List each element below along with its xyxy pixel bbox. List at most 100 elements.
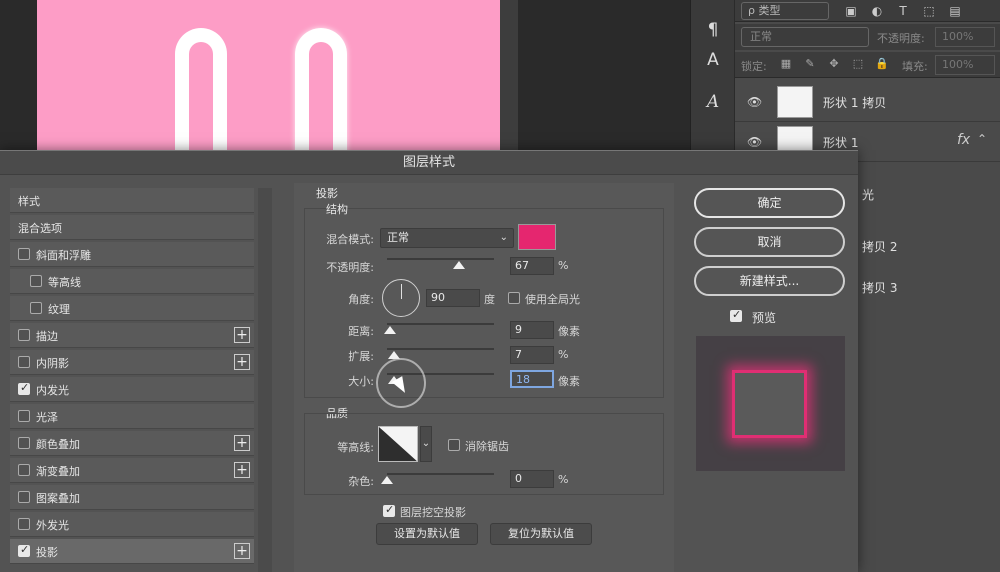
style-checkbox[interactable]: [18, 518, 30, 530]
style-list-item[interactable]: 图案叠加: [10, 485, 254, 510]
layer-blend-mode-select[interactable]: 正常: [741, 27, 869, 47]
contour-dropdown-chevron-icon[interactable]: ⌄: [420, 426, 432, 462]
add-effect-plus-icon[interactable]: +: [234, 435, 250, 451]
add-effect-plus-icon[interactable]: +: [234, 462, 250, 478]
lock-position-icon[interactable]: ✥: [827, 57, 841, 71]
style-list-item[interactable]: 内发光: [10, 377, 254, 402]
noise-slider[interactable]: [381, 471, 494, 485]
style-list-item[interactable]: 颜色叠加 +: [10, 431, 254, 456]
reset-default-button[interactable]: 复位为默认值: [490, 523, 592, 545]
knockout-checkbox[interactable]: [383, 503, 395, 517]
angle-field[interactable]: 90: [426, 289, 480, 307]
style-checkbox[interactable]: [18, 248, 30, 260]
fill-label: 填充:: [902, 60, 928, 73]
style-list-label: 斜面和浮雕: [36, 249, 91, 262]
style-checkbox[interactable]: [30, 275, 42, 287]
global-light-checkbox[interactable]: [508, 292, 520, 304]
style-checkbox[interactable]: [18, 356, 30, 368]
layer-name: 形状 1: [823, 136, 859, 150]
style-list-item[interactable]: 纹理: [10, 296, 254, 321]
noise-field[interactable]: 0: [510, 470, 554, 488]
contour-picker[interactable]: [378, 426, 418, 462]
make-default-button[interactable]: 设置为默认值: [376, 523, 478, 545]
style-list-item[interactable]: 外发光: [10, 512, 254, 537]
style-list-item[interactable]: 描边 +: [10, 323, 254, 348]
style-checkbox[interactable]: [18, 329, 30, 341]
ok-button[interactable]: 确定: [694, 188, 845, 218]
style-checkbox[interactable]: [18, 543, 30, 557]
style-list-label: 混合选项: [18, 222, 62, 235]
lock-artboard-icon[interactable]: ⬚: [851, 57, 865, 71]
style-list-item[interactable]: 投影 +: [10, 539, 254, 564]
lock-transparent-icon[interactable]: ▦: [779, 57, 793, 71]
cancel-button[interactable]: 取消: [694, 227, 845, 257]
preview-checkbox[interactable]: [730, 308, 742, 322]
kind-filter-select[interactable]: ρ 类型: [741, 2, 829, 20]
visibility-eye-icon[interactable]: 👁: [747, 95, 763, 109]
shadow-color-swatch[interactable]: [518, 224, 556, 250]
pixel-filter-icon[interactable]: ▣: [843, 3, 859, 19]
dialog-title[interactable]: 图层样式: [0, 151, 858, 175]
expand-effects-icon[interactable]: ⌃: [977, 132, 987, 146]
opacity-slider[interactable]: [387, 256, 494, 270]
document-canvas[interactable]: [0, 0, 690, 168]
layer-name-peek: 拷贝 3: [862, 281, 898, 295]
style-list: 样式混合选项斜面和浮雕等高线纹理描边 + 内阴影 + 内发光光泽颜色叠加 + 渐变叠加 + 图案…: [10, 188, 254, 572]
new-style-button[interactable]: 新建样式...: [694, 266, 845, 296]
glyphs-icon[interactable]: A: [701, 90, 725, 114]
smart-object-filter-icon[interactable]: ▤: [947, 3, 963, 19]
style-list-item[interactable]: 混合选项: [10, 215, 254, 240]
lock-image-icon[interactable]: ✎: [803, 57, 817, 71]
slider-knob[interactable]: [381, 476, 393, 484]
slider-knob[interactable]: [384, 326, 397, 334]
layer-thumbnail: [777, 86, 813, 118]
add-effect-plus-icon[interactable]: +: [234, 327, 250, 343]
paragraph-icon[interactable]: ¶: [701, 18, 725, 42]
spread-field[interactable]: 7: [510, 346, 554, 364]
angle-dial[interactable]: [382, 279, 420, 317]
fill-field[interactable]: 100%: [935, 55, 995, 75]
style-list-scrollbar[interactable]: [258, 188, 272, 572]
slider-track: [387, 473, 494, 475]
add-effect-plus-icon[interactable]: +: [234, 354, 250, 370]
canvas-shape-1: [175, 28, 227, 168]
add-effect-plus-icon[interactable]: +: [234, 543, 250, 559]
type-filter-icon[interactable]: T: [895, 3, 911, 19]
style-list-label: 颜色叠加: [36, 438, 80, 451]
style-list-item[interactable]: 样式: [10, 188, 254, 213]
size-field[interactable]: 18: [510, 370, 554, 388]
style-list-item[interactable]: 内阴影 +: [10, 350, 254, 375]
style-list-label: 内发光: [36, 384, 69, 397]
layer-name: 形状 1 拷贝: [823, 96, 887, 110]
slider-track: [387, 323, 494, 325]
layer-fx-icon[interactable]: fx: [957, 132, 970, 148]
noise-label: 杂色:: [348, 475, 374, 488]
shape-filter-icon[interactable]: ⬚: [921, 3, 937, 19]
style-list-item[interactable]: 光泽: [10, 404, 254, 429]
style-list-item[interactable]: 渐变叠加 +: [10, 458, 254, 483]
style-list-item[interactable]: 等高线: [10, 269, 254, 294]
distance-field[interactable]: 9: [510, 321, 554, 339]
style-checkbox[interactable]: [18, 464, 30, 476]
layer-row-shape-1-copy[interactable]: 👁 形状 1 拷贝: [735, 82, 1000, 122]
style-list-label: 描边: [36, 330, 58, 343]
blend-mode-select[interactable]: 正常 ⌄: [380, 228, 514, 248]
anti-alias-checkbox[interactable]: [448, 439, 460, 451]
lock-all-icon[interactable]: 🔒: [875, 57, 889, 71]
knockout-label: 图层挖空投影: [400, 506, 466, 519]
style-checkbox[interactable]: [18, 437, 30, 449]
character-icon[interactable]: A: [701, 48, 725, 72]
adjustment-filter-icon[interactable]: ◐: [869, 3, 885, 19]
style-checkbox[interactable]: [30, 302, 42, 314]
style-checkbox[interactable]: [18, 410, 30, 422]
slider-knob[interactable]: [452, 261, 465, 269]
canvas-scrollbar[interactable]: [500, 0, 518, 160]
layer-opacity-field[interactable]: 100%: [935, 27, 995, 47]
opacity-field[interactable]: 67: [510, 257, 554, 275]
style-checkbox[interactable]: [18, 381, 30, 395]
style-checkbox[interactable]: [18, 491, 30, 503]
style-list-item[interactable]: 斜面和浮雕: [10, 242, 254, 267]
distance-slider[interactable]: [384, 321, 494, 335]
noise-unit: %: [558, 473, 569, 486]
visibility-eye-icon[interactable]: 👁: [747, 135, 763, 149]
